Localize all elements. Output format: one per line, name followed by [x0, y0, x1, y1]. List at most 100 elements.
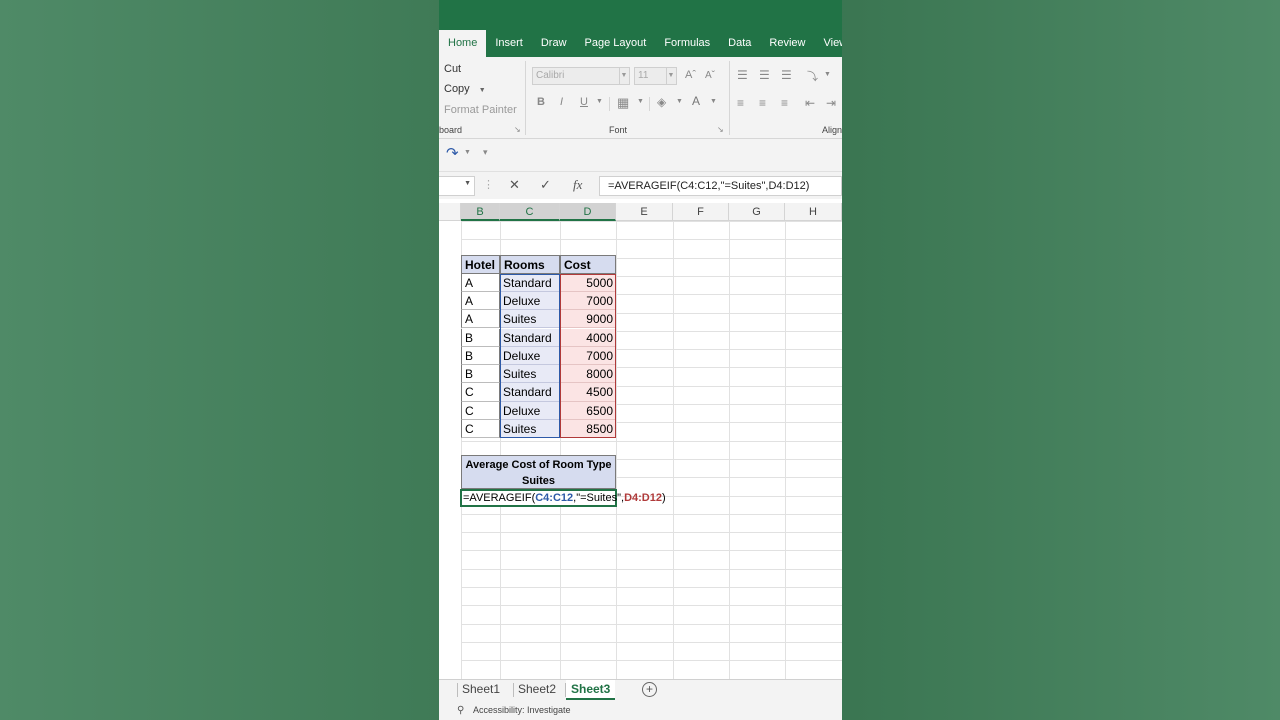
table-cell-room[interactable]: Suites	[500, 310, 560, 329]
italic-button[interactable]: I	[560, 96, 563, 108]
table-header-room[interactable]: Rooms	[500, 255, 560, 274]
sheet-tab-sheet2[interactable]: Sheet2	[513, 680, 561, 700]
formula-input[interactable]: =AVERAGEIF(C4:C12,"=Suites",D4:D12)	[599, 176, 842, 196]
align-bottom-icon[interactable]: ☰	[781, 68, 792, 82]
chevron-down-icon[interactable]: ▼	[676, 98, 683, 105]
increase-font-size-icon[interactable]: Aˆ	[685, 69, 696, 81]
accessibility-status[interactable]: Accessibility: Investigate	[473, 701, 571, 720]
table-cell-cost[interactable]: 4500	[560, 383, 616, 402]
table-cell-hotel[interactable]: B	[461, 328, 500, 347]
font-size-select[interactable]: 11 ▼	[634, 67, 677, 85]
table-cell-room[interactable]: Suites	[500, 365, 560, 384]
table-cell-hotel[interactable]: B	[461, 346, 500, 366]
align-top-icon[interactable]: ☰	[737, 68, 748, 82]
chevron-down-icon[interactable]: ▼	[824, 71, 831, 78]
tab-draw[interactable]: Draw	[532, 30, 576, 57]
bold-button[interactable]: B	[537, 96, 545, 108]
gridline-horizontal	[461, 513, 842, 515]
table-cell-hotel[interactable]: A	[461, 310, 500, 329]
table-cell-hotel[interactable]: B	[461, 365, 500, 384]
chevron-down-icon[interactable]: ▼	[464, 149, 471, 156]
fill-color-icon[interactable]: ◈	[657, 95, 666, 109]
quick-access-toolbar: ↷ ▼ ▾	[439, 139, 842, 171]
table-cell-hotel[interactable]: A	[461, 291, 500, 311]
table-cell-hotel[interactable]: C	[461, 401, 500, 420]
table-cell-cost[interactable]: 8000	[560, 365, 616, 384]
tab-view[interactable]: View	[814, 30, 842, 57]
clipboard-group-label: board	[439, 125, 463, 135]
align-right-icon[interactable]: ≡	[781, 96, 788, 110]
column-header-g[interactable]: G	[729, 203, 785, 221]
table-cell-cost[interactable]: 5000	[560, 273, 616, 292]
font-color-icon[interactable]: A	[692, 94, 700, 108]
insert-function-button[interactable]: fx	[573, 177, 582, 193]
tab-insert[interactable]: Insert	[486, 30, 532, 57]
chevron-down-icon[interactable]: ▼	[710, 98, 717, 105]
align-left-icon[interactable]: ≡	[737, 96, 744, 110]
tab-home[interactable]: Home	[439, 30, 487, 57]
column-header-f[interactable]: F	[673, 203, 729, 221]
column-header-e[interactable]: E	[616, 203, 673, 221]
cut-button[interactable]: Cut	[444, 63, 461, 75]
table-cell-cost[interactable]: 4000	[560, 328, 616, 347]
group-divider	[729, 61, 730, 135]
decrease-indent-icon[interactable]: ⇤	[805, 96, 815, 110]
table-cell-room[interactable]: Standard	[500, 328, 560, 347]
column-header-b[interactable]: B	[461, 203, 500, 221]
worksheet-grid[interactable]: B C D E F G H Hotel Rooms Cost A Standard 500…	[439, 203, 842, 680]
group-divider	[525, 61, 526, 135]
enter-icon[interactable]: ✓	[540, 177, 551, 193]
redo-icon[interactable]: ↷	[446, 144, 459, 162]
tab-data[interactable]: Data	[719, 30, 760, 57]
table-cell-hotel[interactable]: A	[461, 273, 500, 292]
format-painter-button[interactable]: Format Painter	[444, 104, 517, 116]
cancel-icon[interactable]: ✕	[509, 177, 520, 193]
accessibility-icon[interactable]: ⚲	[457, 701, 464, 720]
column-headers: B C D E F G H	[439, 203, 842, 221]
column-header-d[interactable]: D	[560, 203, 616, 221]
table-cell-cost[interactable]: 6500	[560, 401, 616, 420]
align-middle-icon[interactable]: ☰	[759, 68, 770, 82]
table-cell-room[interactable]: Standard	[500, 273, 560, 292]
name-box[interactable]: ▼	[439, 176, 475, 196]
sheet-tab-sheet3[interactable]: Sheet3	[566, 680, 616, 700]
increase-indent-icon[interactable]: ⇥	[826, 96, 836, 110]
chevron-down-icon[interactable]: ▼	[596, 98, 603, 105]
table-header-hotel[interactable]: Hotel	[461, 255, 500, 274]
tab-review[interactable]: Review	[760, 30, 814, 57]
divider	[649, 97, 650, 111]
table-cell-hotel[interactable]: C	[461, 420, 500, 439]
customize-toolbar-icon[interactable]: ▾	[483, 147, 488, 158]
tab-formulas[interactable]: Formulas	[655, 30, 719, 57]
table-cell-room[interactable]: Suites	[500, 420, 560, 439]
align-center-icon[interactable]: ≡	[759, 96, 766, 110]
orientation-icon[interactable]: ⤵	[807, 68, 818, 84]
chevron-down-icon[interactable]: ▼	[637, 98, 644, 105]
table-cell-cost[interactable]: 9000	[560, 310, 616, 329]
table-cell-room[interactable]: Standard	[500, 383, 560, 402]
borders-icon[interactable]: ▦	[617, 95, 629, 111]
table-cell-room[interactable]: Deluxe	[500, 291, 560, 311]
table-cell-cost[interactable]: 8500	[560, 420, 616, 439]
underline-button[interactable]: U	[580, 96, 588, 108]
dialog-launcher-icon[interactable]: ↘	[514, 125, 521, 134]
copy-label: Copy	[444, 83, 470, 95]
summary-title-cell[interactable]: Average Cost of Room Type Suites	[461, 455, 616, 489]
table-cell-cost[interactable]: 7000	[560, 346, 616, 366]
formula-suffix: )	[661, 492, 666, 504]
select-all-corner[interactable]	[439, 203, 461, 221]
table-cell-room[interactable]: Deluxe	[500, 401, 560, 420]
copy-button[interactable]: Copy ▼	[444, 83, 486, 95]
column-header-c[interactable]: C	[500, 203, 560, 221]
table-cell-cost[interactable]: 7000	[560, 291, 616, 311]
font-name-select[interactable]: Calibri ▼	[532, 67, 630, 85]
column-header-h[interactable]: H	[785, 203, 842, 221]
table-header-cost[interactable]: Cost	[560, 255, 616, 274]
sheet-tab-sheet1[interactable]: Sheet1	[457, 680, 505, 700]
table-cell-hotel[interactable]: C	[461, 383, 500, 402]
tab-page-layout[interactable]: Page Layout	[576, 30, 656, 57]
decrease-font-size-icon[interactable]: Aˇ	[705, 70, 715, 81]
table-cell-room[interactable]: Deluxe	[500, 346, 560, 366]
dialog-launcher-icon[interactable]: ↘	[717, 125, 724, 134]
add-sheet-icon[interactable]: +	[642, 682, 657, 697]
